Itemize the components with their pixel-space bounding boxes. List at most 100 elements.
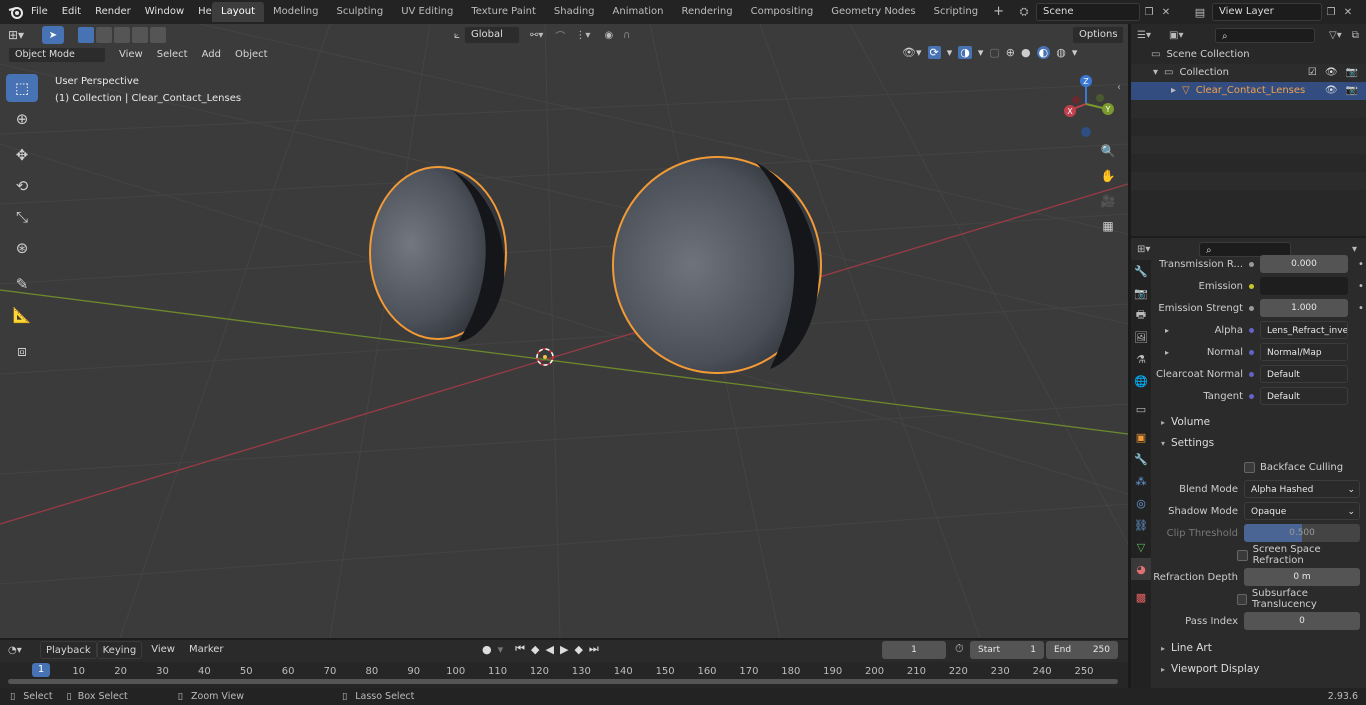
outliner-search-input[interactable]: ⌕ <box>1215 27 1315 43</box>
modifier-tab-icon[interactable]: 🔧 <box>1131 448 1151 470</box>
rendered-shading-icon[interactable]: ◍ <box>1056 46 1066 59</box>
linked-socket-icon[interactable] <box>1249 327 1254 333</box>
menu-file[interactable]: File <box>24 0 55 24</box>
add-workspace-button[interactable]: + <box>987 2 1010 22</box>
gizmo-toggle-icon[interactable]: ⟳ <box>927 46 941 59</box>
expand-arrow-icon[interactable]: ▸ <box>1171 82 1176 100</box>
editor-type-icon[interactable]: ⊞▾ <box>8 28 36 42</box>
pan-view-icon[interactable]: ✋ <box>1097 165 1119 187</box>
proportional-edit-icon[interactable]: ◉ <box>604 30 613 41</box>
xray-icon[interactable]: ▢ <box>989 46 999 59</box>
area-divider[interactable] <box>1128 24 1131 688</box>
view-layer-tab-icon[interactable]: 🖼 <box>1131 326 1151 348</box>
move-tool[interactable]: ✥ <box>6 141 38 169</box>
shadow-mode-dropdown[interactable]: Opaque ⌄ <box>1244 502 1360 520</box>
select-invert-icon[interactable] <box>132 27 148 43</box>
annotate-tool[interactable]: ✎ <box>6 270 38 298</box>
subsurface-translucency-checkbox[interactable] <box>1236 593 1247 605</box>
blend-mode-dropdown[interactable]: Alpha Hashed ⌄ <box>1244 480 1360 498</box>
particles-tab-icon[interactable]: ⁂ <box>1131 470 1151 492</box>
viewport-menu-object[interactable]: Object <box>228 46 275 64</box>
emission-strength-field[interactable]: 1.000 <box>1260 299 1348 317</box>
constraints-tab-icon[interactable]: ⛓ <box>1131 514 1151 536</box>
texture-tab-icon[interactable]: ▩ <box>1131 586 1151 608</box>
solid-shading-icon[interactable]: ● <box>1021 46 1031 59</box>
tab-shading[interactable]: Shading <box>545 2 604 22</box>
select-box-tool[interactable]: ⬚ <box>6 74 38 102</box>
new-view-layer-icon[interactable]: ❐ <box>1322 7 1340 18</box>
tangent-field[interactable]: Default <box>1260 387 1348 405</box>
transmission-roughness-field[interactable]: 0.000 <box>1260 255 1348 273</box>
jump-start-icon[interactable]: ⏮ <box>515 642 525 656</box>
filter-icon[interactable]: ▽▾ <box>1329 30 1342 41</box>
vector-socket-icon[interactable] <box>1249 349 1254 355</box>
marker-menu[interactable]: Marker <box>184 641 229 659</box>
material-shading-icon[interactable]: ◐ <box>1036 46 1051 59</box>
menu-render[interactable]: Render <box>88 0 138 24</box>
record-icon[interactable]: ● <box>482 643 492 656</box>
tab-modeling[interactable]: Modeling <box>264 2 328 22</box>
snap-target-icon[interactable]: ⋮▾ <box>575 30 590 41</box>
timeline-scrollbar[interactable] <box>8 679 1118 684</box>
camera-view-icon[interactable]: 🎥 <box>1097 190 1119 212</box>
transform-tool[interactable]: ⊛ <box>6 234 38 262</box>
blender-logo-icon[interactable] <box>8 4 24 20</box>
delete-scene-icon[interactable]: ✕ <box>1158 7 1174 18</box>
vector-socket-icon[interactable] <box>1249 393 1254 399</box>
scene-tab-icon[interactable]: ⚗ <box>1131 348 1151 370</box>
refraction-depth-field[interactable]: 0 m <box>1244 568 1360 586</box>
clip-threshold-slider[interactable]: 0.500 <box>1244 524 1360 542</box>
right-lens-object[interactable] <box>612 156 822 374</box>
pivot-icon[interactable]: ⚯▾ <box>530 30 543 41</box>
shading-dropdown-icon[interactable]: ▾ <box>1072 46 1078 59</box>
prev-keyframe-icon[interactable]: ◆ <box>531 643 539 656</box>
select-tool-icon[interactable]: ➤ <box>42 26 64 44</box>
tab-animation[interactable]: Animation <box>604 2 673 22</box>
tool-tab-icon[interactable]: 🔧 <box>1131 260 1151 282</box>
options-dropdown[interactable]: Options <box>1072 26 1124 44</box>
float-socket-icon[interactable] <box>1249 305 1254 311</box>
timeline-view-menu[interactable]: View <box>146 641 180 659</box>
tree-row-clear-contact-lenses[interactable]: ▸ ▽ Clear_Contact_Lenses 👁 📷 <box>1131 82 1366 100</box>
menu-window[interactable]: Window <box>138 0 191 24</box>
normal-link-field[interactable]: Normal/Map <box>1260 343 1348 361</box>
overlay-dropdown-icon[interactable]: ▾ <box>978 46 984 59</box>
sidebar-toggle-icon[interactable]: ‹ <box>1117 82 1121 93</box>
play-reverse-icon[interactable]: ◀ <box>546 643 554 656</box>
add-cube-tool[interactable]: ⧈ <box>6 337 38 365</box>
tree-row-scene-collection[interactable]: ▭ Scene Collection <box>1131 46 1366 64</box>
select-intersect-icon[interactable] <box>150 27 166 43</box>
select-extend-icon[interactable] <box>96 27 112 43</box>
tab-uv-editing[interactable]: UV Editing <box>392 2 462 22</box>
wireframe-shading-icon[interactable]: ⊕ <box>1006 46 1015 59</box>
tab-compositing[interactable]: Compositing <box>742 2 823 22</box>
viewport-menu-view[interactable]: View <box>112 46 150 64</box>
expand-arrow-icon[interactable]: ▸ <box>1165 348 1169 357</box>
keying-menu[interactable]: Keying <box>96 641 143 659</box>
camera-icon[interactable]: 📷 <box>1346 64 1358 82</box>
zoom-view-icon[interactable]: 🔍 <box>1097 140 1119 162</box>
tab-rendering[interactable]: Rendering <box>673 2 742 22</box>
3d-viewport[interactable]: ⊞▾ ➤ ⟀ Global ⚯▾ ⌒ ⋮▾ ◉ ∩ Options Object… <box>0 24 1128 638</box>
snap-icon[interactable]: ⌒ <box>555 28 565 43</box>
view-layer-icon[interactable]: ▤ <box>1188 6 1212 19</box>
data-tab-icon[interactable]: ▽ <box>1131 536 1151 558</box>
object-tab-icon[interactable]: ▣ <box>1131 426 1151 448</box>
scale-tool[interactable]: ⤡ <box>6 203 38 231</box>
visibility-icon[interactable]: 👁▾ <box>902 46 922 59</box>
falloff-icon[interactable]: ∩ <box>623 30 630 41</box>
new-collection-icon[interactable]: ⧉ <box>1352 30 1359 41</box>
tab-layout[interactable]: Layout <box>212 2 264 22</box>
play-icon[interactable]: ▶ <box>560 643 568 656</box>
eye-icon[interactable]: 👁 <box>1325 82 1338 100</box>
world-tab-icon[interactable]: 🌐 <box>1131 370 1151 392</box>
new-scene-icon[interactable]: ❐ <box>1140 7 1158 18</box>
end-frame-field[interactable]: End 250 <box>1046 641 1118 659</box>
menu-edit[interactable]: Edit <box>55 0 88 24</box>
keyframe-dot-icon[interactable]: • <box>1358 259 1364 270</box>
left-lens-object[interactable] <box>369 166 507 342</box>
properties-options-icon[interactable]: ▾ <box>1352 244 1357 255</box>
panel-volume[interactable]: ▸ Volume <box>1153 412 1366 432</box>
current-frame-field[interactable]: 1 <box>882 641 946 659</box>
expand-arrow-icon[interactable]: ▸ <box>1165 326 1169 335</box>
